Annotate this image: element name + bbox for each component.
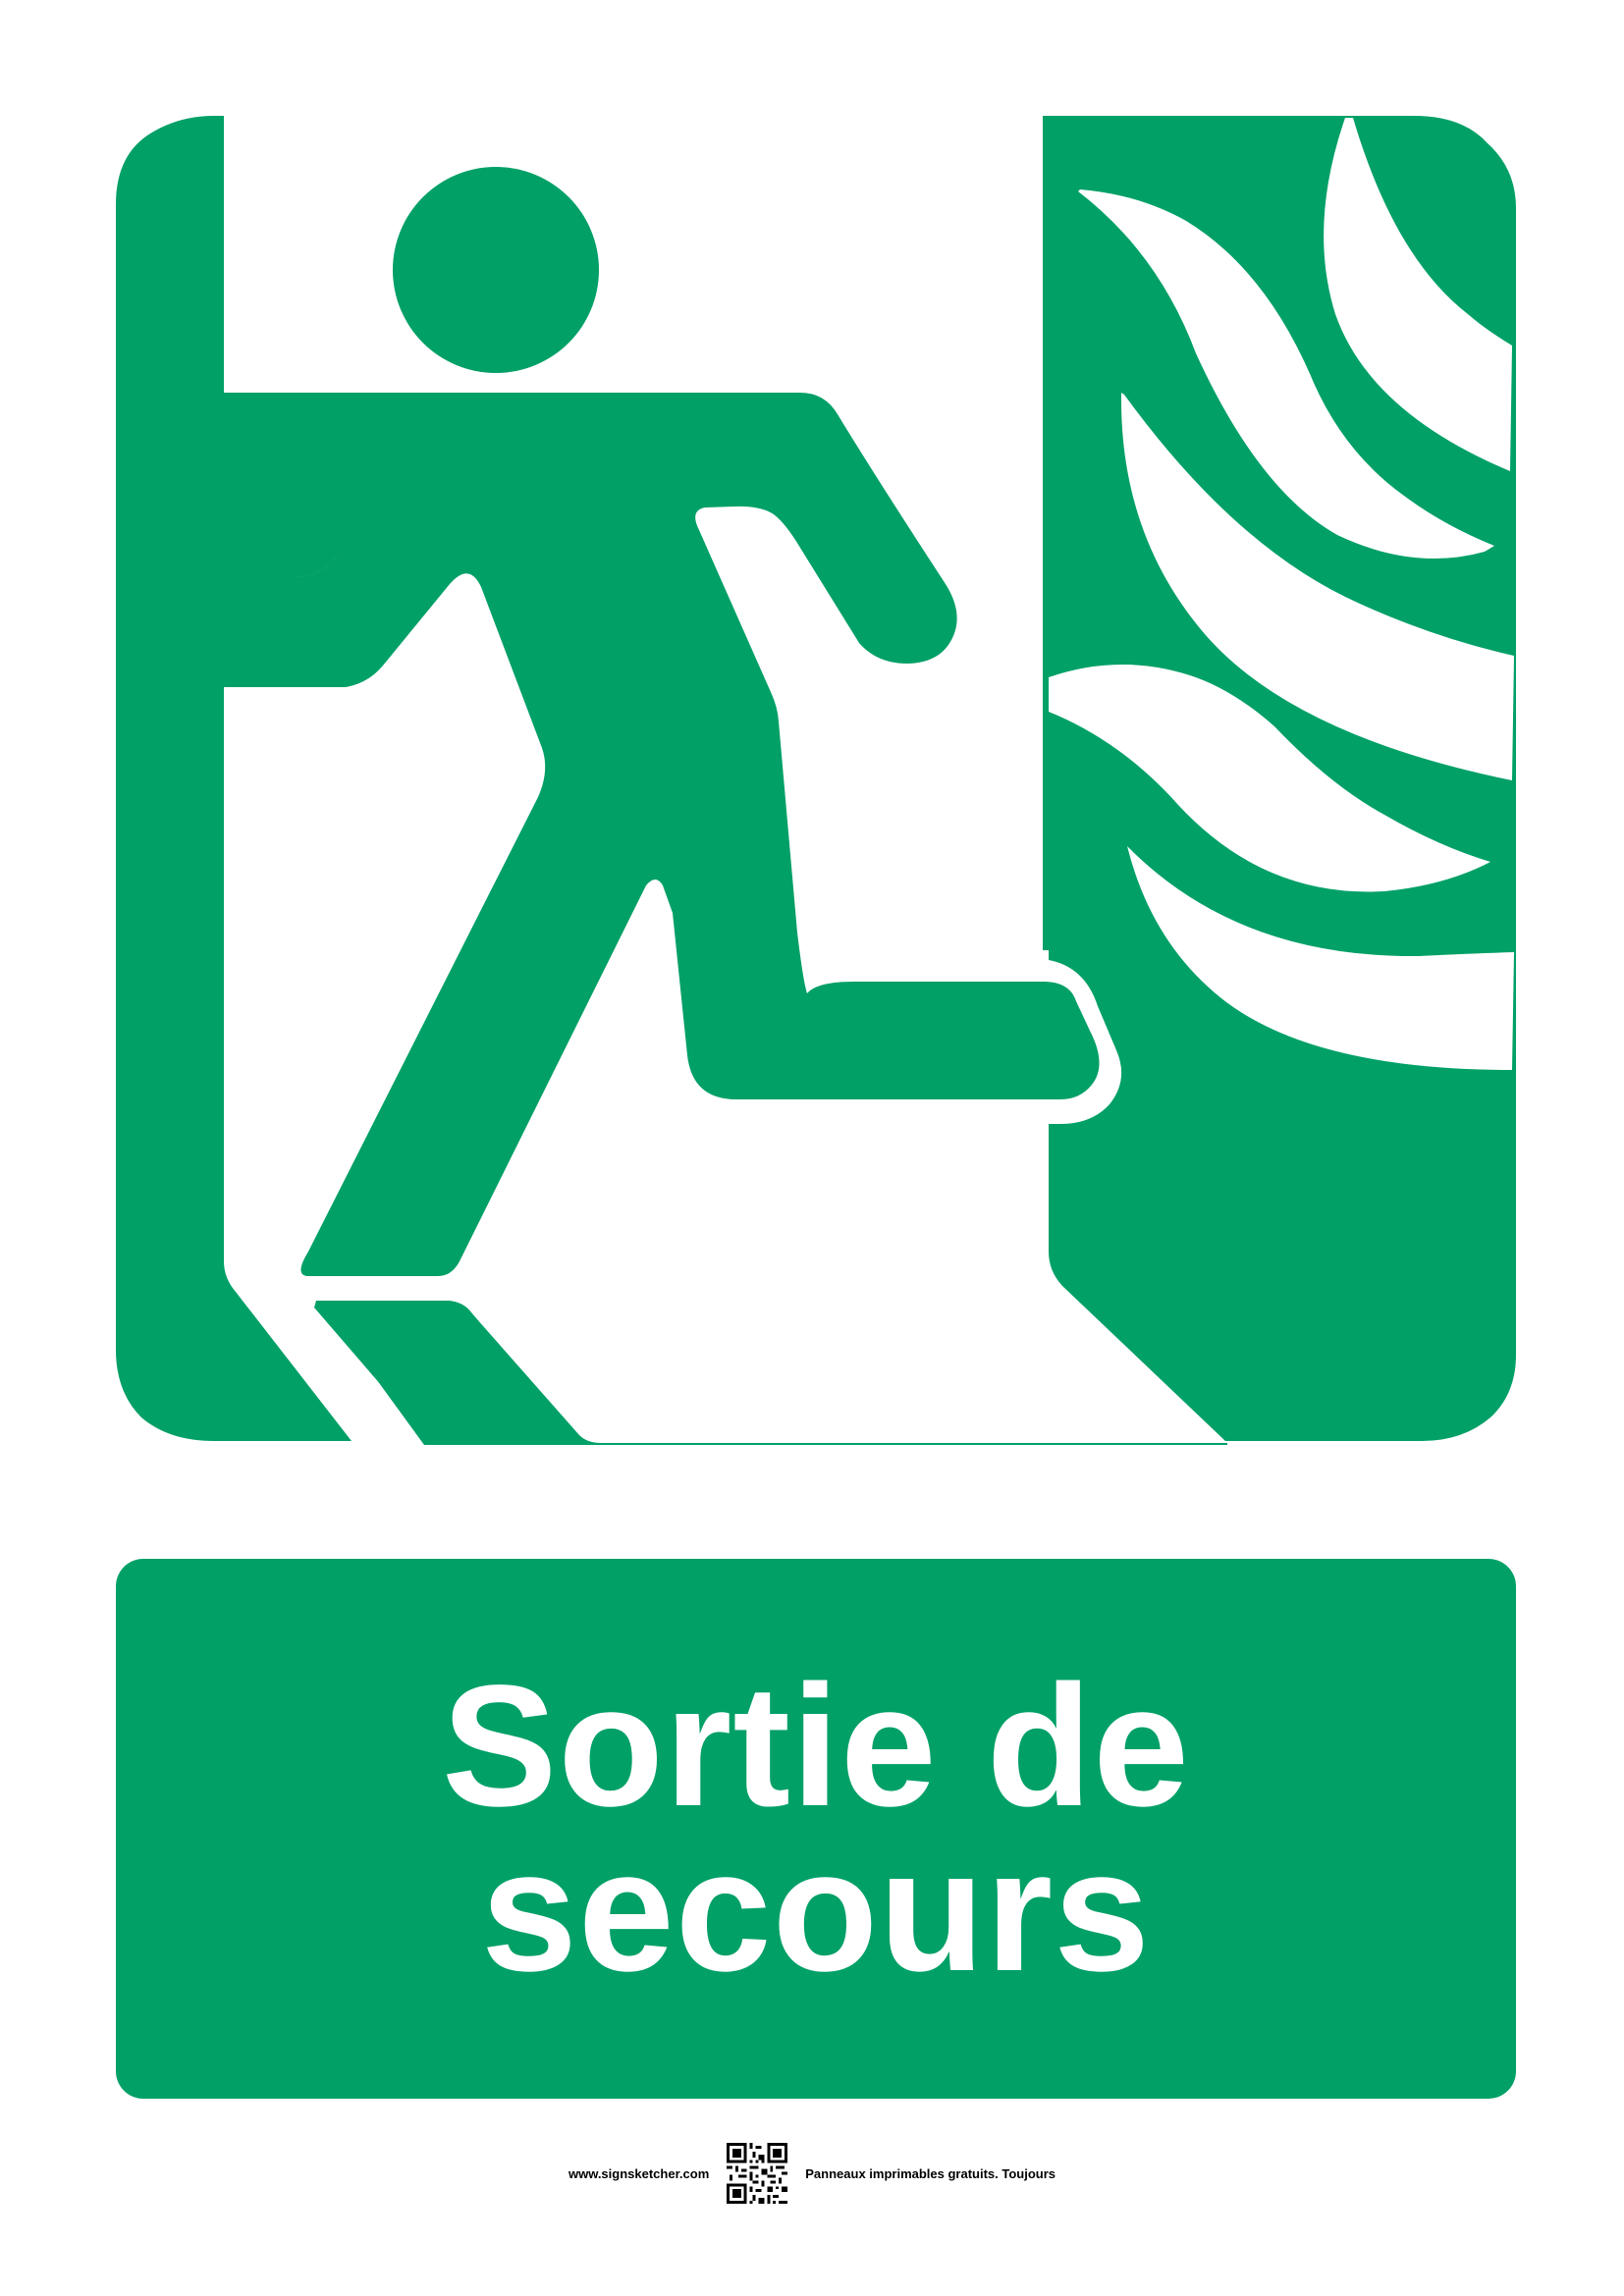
runner-back-foot <box>314 1301 573 1435</box>
sign-label-line2: secours <box>480 1815 1152 2007</box>
footer-website-link[interactable]: www.signsketcher.com <box>568 2166 709 2181</box>
sign-label-line1: Sortie de <box>441 1650 1191 1842</box>
door-gap-fill <box>1043 116 1049 950</box>
exit-pictogram <box>116 116 1516 1445</box>
footer-tagline: Panneaux imprimables gratuits. Toujours <box>805 2165 1056 2181</box>
runner-head <box>393 167 599 373</box>
qr-code-icon <box>727 2143 788 2204</box>
footer: www.signsketcher.com Panneaux imprimable… <box>0 2142 1624 2205</box>
sign-label-panel: Sortie de secours <box>116 1559 1516 2099</box>
